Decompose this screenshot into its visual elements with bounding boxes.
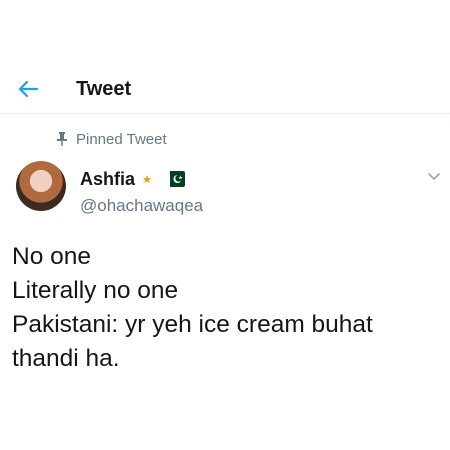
tweet-line: Pakistani: yr yeh ice cream buhat [12, 311, 373, 338]
author-handle[interactable]: @ohachawaqea [80, 196, 203, 216]
back-button[interactable] [14, 76, 42, 102]
pinned-indicator: Pinned Tweet [56, 130, 167, 148]
avatar[interactable] [16, 161, 66, 211]
tweet-line: Literally no one [12, 277, 179, 304]
chevron-down-icon[interactable] [426, 170, 442, 184]
display-name[interactable]: Ashfia [80, 169, 135, 190]
pakistan-flag-icon [165, 171, 186, 187]
tweet-header: Tweet [0, 64, 450, 114]
pin-icon [57, 132, 67, 146]
author-name-row[interactable]: Ashfia [80, 168, 186, 190]
tweet-text: No one Literally no one Pakistani: yr ye… [12, 240, 442, 376]
star-moon-icon [142, 172, 156, 185]
tweet-line: thandi ha. [12, 345, 120, 372]
page-title: Tweet [76, 78, 132, 100]
tweet-line: No one [12, 243, 92, 270]
back-arrow-icon [18, 80, 39, 98]
pinned-label: Pinned Tweet [76, 130, 167, 148]
